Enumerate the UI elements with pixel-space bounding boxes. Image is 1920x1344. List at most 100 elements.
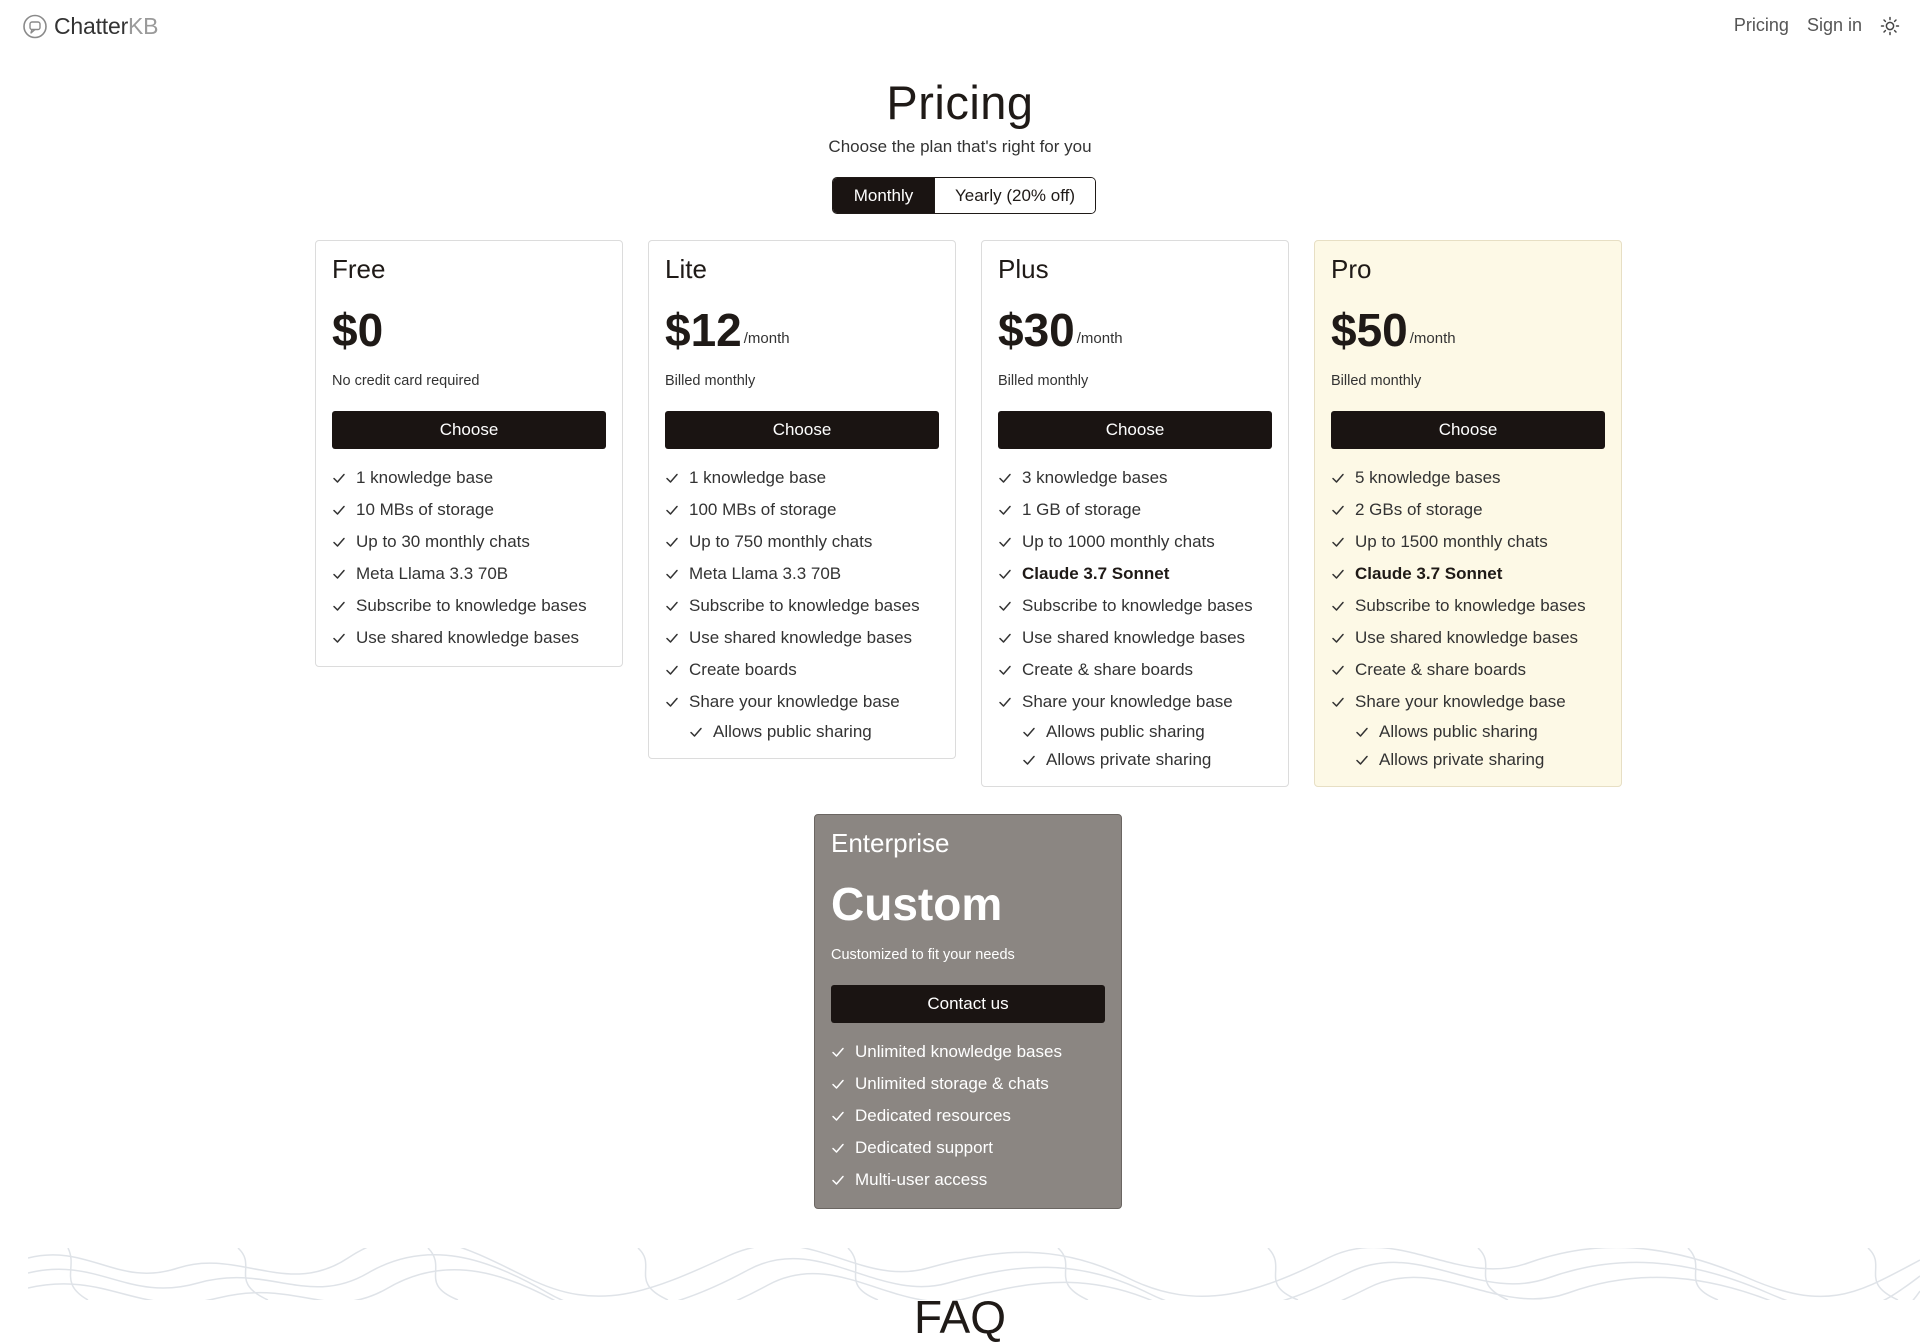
feature-list: 1 knowledge base 100 MBs of storage Up to … (665, 462, 939, 758)
check-icon (1356, 755, 1368, 765)
feature-text: 1 knowledge base (356, 468, 494, 487)
price-row: $0 (332, 301, 606, 353)
feature-item: Create boards (665, 654, 939, 686)
feature-item: 10 MBs of storage (332, 494, 606, 526)
feature-text: Share your knowledge base (1022, 692, 1233, 711)
plan-price: $0 (332, 304, 384, 356)
feature-item: Use shared knowledge bases (1331, 622, 1605, 654)
check-icon (666, 697, 678, 707)
plan-name: Free (332, 254, 386, 284)
feature-text: Allows public sharing (713, 722, 872, 741)
feature-text: 10 MBs of storage (356, 500, 494, 519)
check-icon (666, 537, 678, 547)
plan-note: Billed monthly (1331, 373, 1422, 389)
feature-text: Create boards (689, 660, 797, 679)
feature-item: Up to 1000 monthly chats (998, 526, 1272, 558)
feature-item: Claude 3.7 Sonnet (1331, 558, 1605, 590)
contact-us-button[interactable]: Contact us (831, 985, 1105, 1023)
feature-text: Up to 1500 monthly chats (1355, 532, 1548, 551)
feature-item: 100 MBs of storage (665, 494, 939, 526)
feature-text: Up to 750 monthly chats (689, 532, 873, 551)
feature-text: Subscribe to knowledge bases (1022, 596, 1253, 615)
feature-item: Meta Llama 3.3 70B (665, 558, 939, 590)
plan-card-free: Free $0 No credit card required Choose 1 kno… (315, 240, 623, 667)
feature-item: Create & share boards (1331, 654, 1605, 686)
choose-lite-button[interactable]: Choose (665, 411, 939, 449)
sub-feature-item: Allows public sharing (1331, 718, 1605, 746)
feature-text: Allows private sharing (1046, 750, 1212, 769)
feature-item: Subscribe to knowledge bases (665, 590, 939, 622)
check-icon (666, 473, 678, 483)
feature-item: Up to 30 monthly chats (332, 526, 606, 558)
check-icon (1332, 665, 1344, 675)
check-icon (666, 569, 678, 579)
feature-item: 2 GBs of storage (1331, 494, 1605, 526)
choose-plus-button[interactable]: Choose (998, 411, 1272, 449)
feature-text: Meta Llama 3.3 70B (356, 564, 509, 583)
nav-links: Pricing Sign in (1734, 15, 1900, 36)
plan-card-pro: Pro $50/month Billed monthly Choose 5 knowle… (1314, 240, 1622, 787)
feature-text: 1 GB of storage (1022, 500, 1142, 519)
feature-text: Meta Llama 3.3 70B (689, 564, 842, 583)
feature-text: Allows private sharing (1379, 750, 1545, 769)
logo-text-main: Chatter (54, 13, 129, 39)
feature-item: Multi-user access (831, 1164, 1105, 1196)
top-nav-bar: ChatterKB Pricing Sign in (0, 0, 1920, 54)
sun-icon[interactable] (1880, 16, 1900, 36)
feature-item: Use shared knowledge bases (998, 622, 1272, 654)
sub-feature-item: Allows public sharing (665, 718, 939, 746)
check-icon (999, 665, 1011, 675)
feature-item: 5 knowledge bases (1331, 462, 1605, 494)
feature-item: Dedicated resources (831, 1100, 1105, 1132)
feature-item: Subscribe to knowledge bases (1331, 590, 1605, 622)
feature-item: Share your knowledge base (998, 686, 1272, 718)
feature-text: 100 MBs of storage (689, 500, 837, 519)
check-icon (832, 1079, 844, 1089)
feature-text: Up to 1000 monthly chats (1022, 532, 1215, 551)
nav-sign-in-link[interactable]: Sign in (1807, 15, 1862, 36)
toggle-monthly[interactable]: Monthly (833, 178, 934, 213)
check-icon (832, 1111, 844, 1121)
logo[interactable]: ChatterKB (22, 13, 159, 40)
plan-note: Billed monthly (665, 373, 756, 389)
feature-item: 1 knowledge base (665, 462, 939, 494)
billing-period: /month (1076, 330, 1123, 347)
feature-item: Share your knowledge base (665, 686, 939, 718)
check-icon (333, 537, 345, 547)
check-icon (999, 537, 1011, 547)
choose-free-button[interactable]: Choose (332, 411, 606, 449)
choose-pro-button[interactable]: Choose (1331, 411, 1605, 449)
feature-item: Up to 750 monthly chats (665, 526, 939, 558)
price-row: $30/month (998, 301, 1272, 353)
feature-text: Create & share boards (1355, 660, 1527, 679)
logo-text-accent: KB (128, 13, 159, 39)
check-icon (666, 601, 678, 611)
chat-bubble-logo-icon (23, 14, 47, 38)
feature-text: Share your knowledge base (689, 692, 900, 711)
feature-text: Share your knowledge base (1355, 692, 1566, 711)
feature-item: 3 knowledge bases (998, 462, 1272, 494)
feature-item: Subscribe to knowledge bases (998, 590, 1272, 622)
sub-feature-item: Allows public sharing (998, 718, 1272, 746)
toggle-yearly[interactable]: Yearly (20% off) (934, 178, 1095, 213)
check-icon (333, 569, 345, 579)
feature-item: 1 GB of storage (998, 494, 1272, 526)
logo-text: ChatterKB (54, 13, 159, 40)
feature-text: Unlimited storage & chats (855, 1074, 1049, 1093)
check-icon (666, 505, 678, 515)
feature-item: Unlimited storage & chats (831, 1068, 1105, 1100)
plan-card-lite: Lite $12/month Billed monthly Choose 1 knowl… (648, 240, 956, 759)
check-icon (1332, 697, 1344, 707)
check-icon (1332, 473, 1344, 483)
nav-pricing-link[interactable]: Pricing (1734, 15, 1789, 36)
check-icon (1332, 633, 1344, 643)
feature-text: Dedicated resources (855, 1106, 1011, 1125)
feature-text: Allows public sharing (1379, 722, 1538, 741)
feature-item: 1 knowledge base (332, 462, 606, 494)
check-icon (1332, 537, 1344, 547)
feature-item: Create & share boards (998, 654, 1272, 686)
sub-feature-item: Allows private sharing (998, 746, 1272, 774)
check-icon (999, 601, 1011, 611)
check-icon (690, 727, 702, 737)
price-row: $50/month (1331, 301, 1605, 353)
